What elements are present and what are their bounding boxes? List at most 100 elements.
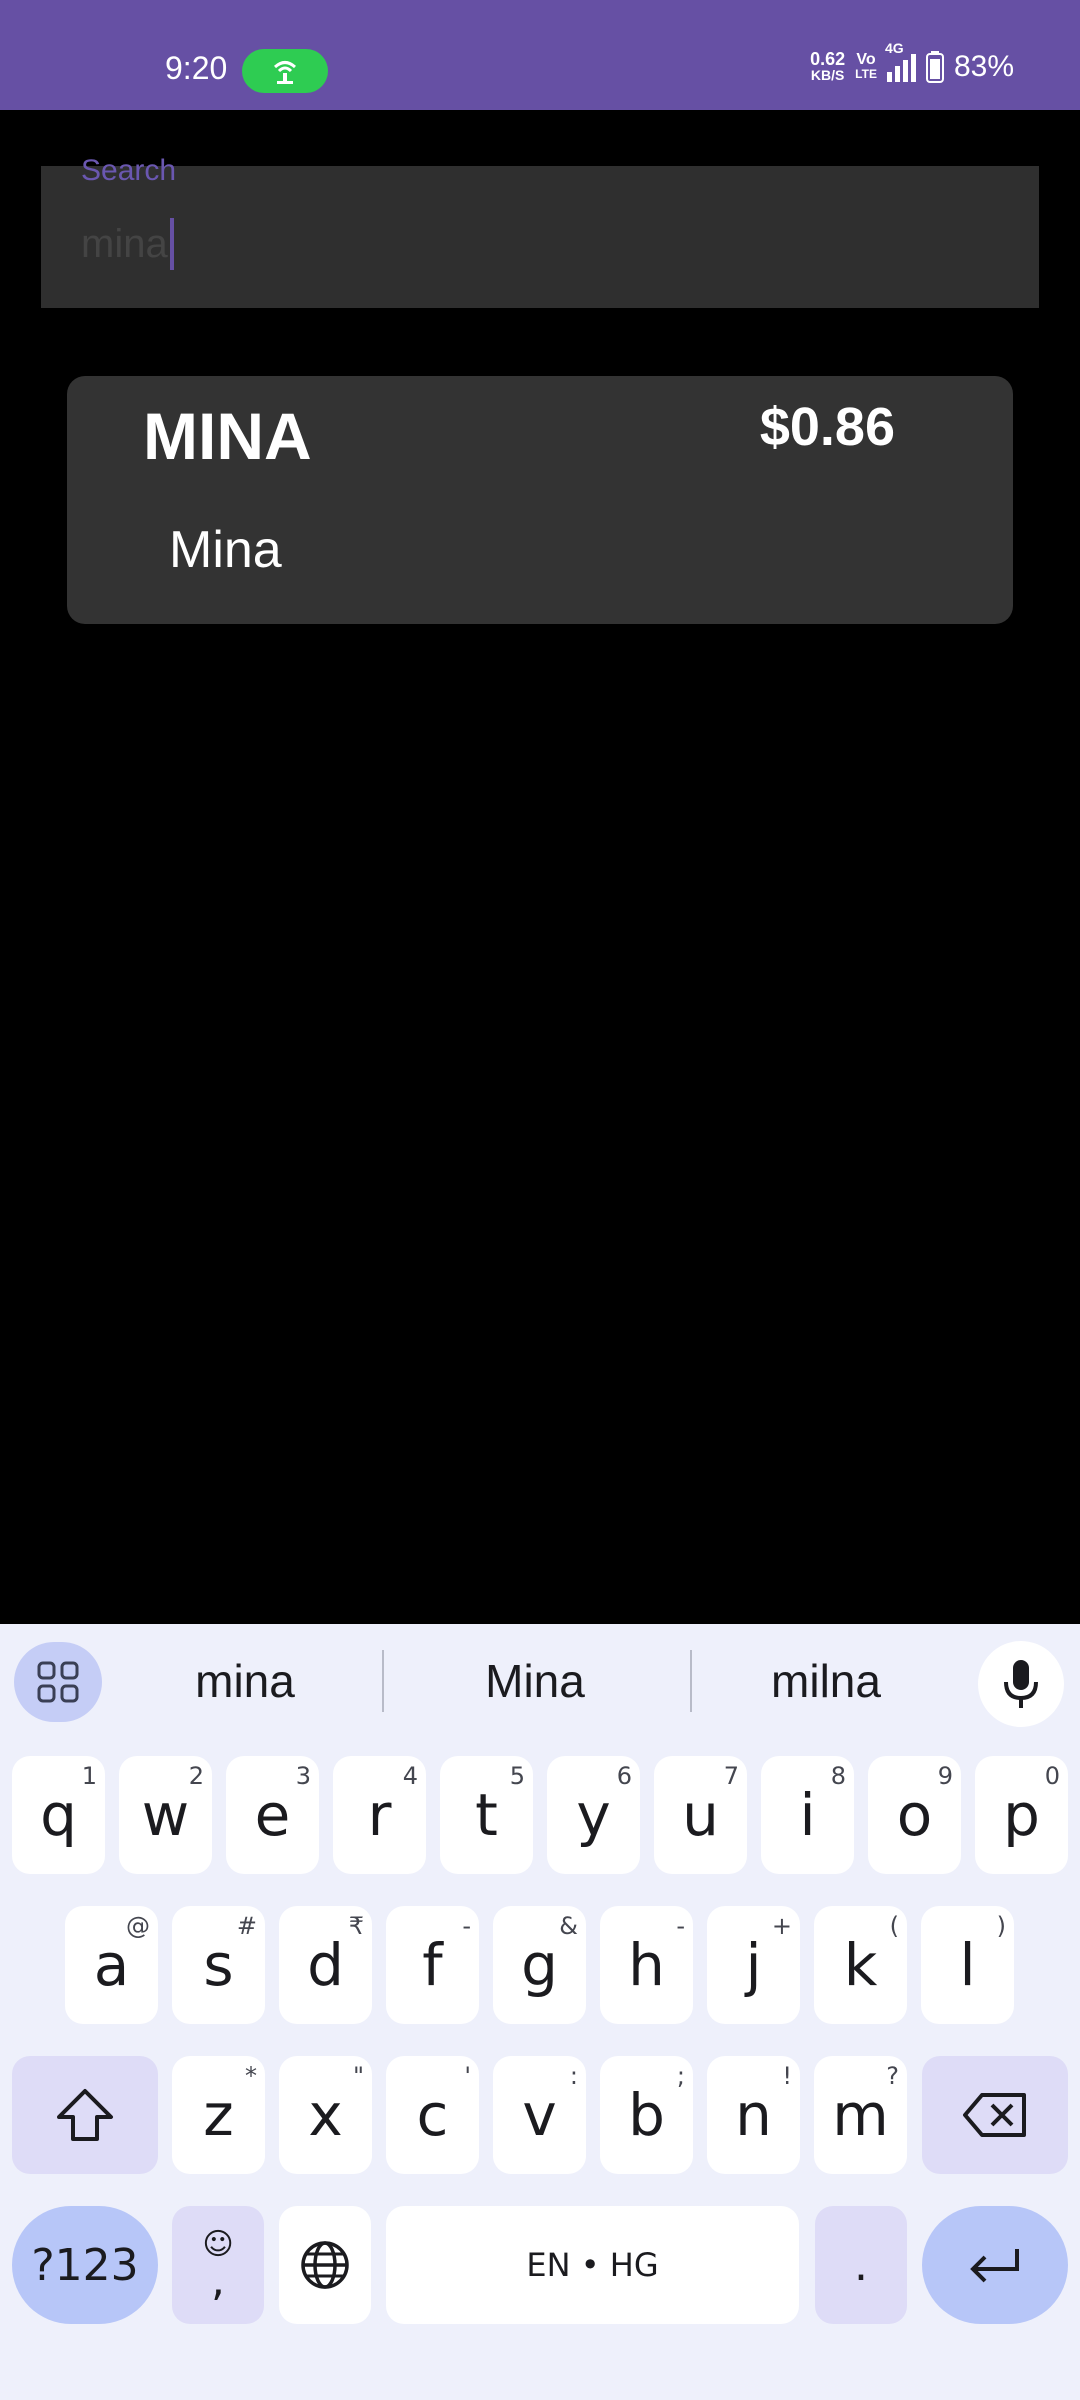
key-z[interactable]: * z	[172, 2056, 265, 2174]
coin-name: Mina	[169, 521, 282, 579]
status-icons: 0.62 KB/S Vo LTE 4G 83%	[810, 40, 1014, 84]
suggestion-strip: mina Mina milna	[0, 1624, 1080, 1740]
key-hint: "	[352, 2062, 364, 2090]
search-value-text: mina	[81, 221, 168, 266]
key-label: d	[307, 1931, 344, 1999]
key-label: e	[254, 1781, 291, 1849]
key-label: x	[308, 2081, 343, 2149]
backspace-key[interactable]	[922, 2056, 1068, 2174]
key-label: r	[367, 1781, 392, 1849]
key-s[interactable]: # s	[172, 1906, 265, 2024]
search-label: Search	[81, 154, 177, 187]
key-u[interactable]: 7u	[654, 1756, 747, 1874]
key-hint: 7	[723, 1762, 739, 1790]
key-label: y	[576, 1781, 611, 1849]
key-hint: -	[462, 1912, 471, 1940]
enter-key[interactable]	[922, 2206, 1068, 2324]
key-i[interactable]: 8i	[761, 1756, 854, 1874]
key-label: k	[843, 1931, 878, 1999]
key-label: i	[799, 1781, 816, 1849]
key-t[interactable]: 5t	[440, 1756, 533, 1874]
key-label: p	[1003, 1781, 1040, 1849]
key-hint: &	[559, 1912, 578, 1940]
key-c[interactable]: ' c	[386, 2056, 479, 2174]
hotspot-icon	[273, 61, 297, 84]
suggestion-divider	[382, 1650, 384, 1712]
emoji-comma-key[interactable]: ☺ ,	[172, 2206, 264, 2324]
key-e[interactable]: 3e	[226, 1756, 319, 1874]
key-hint: ₹	[348, 1912, 364, 1940]
key-y[interactable]: 6y	[547, 1756, 640, 1874]
key-label: c	[416, 2081, 449, 2149]
key-label: a	[93, 1931, 130, 1999]
suggestion-3[interactable]: milna	[696, 1654, 956, 1708]
key-a[interactable]: @ a	[65, 1906, 158, 2024]
key-hint: )	[996, 1912, 1006, 1940]
battery-level: 83%	[953, 50, 1014, 83]
key-hint: 5	[509, 1762, 525, 1790]
key-hint: '	[464, 2062, 471, 2090]
key-q[interactable]: 1q	[12, 1756, 105, 1874]
key-x[interactable]: " x	[279, 2056, 372, 2174]
suggestion-2[interactable]: Mina	[405, 1654, 665, 1708]
key-label: b	[628, 2081, 665, 2149]
hotspot-indicator[interactable]	[242, 49, 328, 93]
key-label: w	[141, 1781, 190, 1849]
suggestion-divider	[690, 1650, 692, 1712]
key-label: f	[422, 1931, 443, 1999]
key-w[interactable]: 2w	[119, 1756, 212, 1874]
key-label: v	[522, 2081, 557, 2149]
enter-icon	[970, 2249, 1019, 2283]
key-label: q	[40, 1781, 77, 1849]
search-field[interactable]: Search mina	[41, 154, 1039, 308]
language-key[interactable]	[279, 2206, 371, 2324]
key-label: g	[521, 1931, 558, 1999]
key-k[interactable]: (k	[814, 1906, 907, 2024]
coin-symbol: MINA	[143, 399, 312, 473]
key-hint: 0	[1044, 1762, 1060, 1790]
key-j[interactable]: + j	[707, 1906, 800, 2024]
key-label: s	[203, 1931, 234, 1999]
status-bar: 9:20 0.62 KB/S Vo LTE 4G 83%	[0, 0, 1080, 110]
key-hint: 1	[81, 1762, 97, 1790]
key-hint: +	[771, 1912, 792, 1940]
key-label: o	[896, 1781, 933, 1849]
key-hint: 9	[937, 1762, 953, 1790]
search-input[interactable]: mina	[81, 218, 174, 270]
key-p[interactable]: 0p	[975, 1756, 1068, 1874]
key-hint: 6	[616, 1762, 632, 1790]
key-b[interactable]: ; b	[600, 2056, 693, 2174]
battery-icon	[925, 51, 944, 83]
status-time: 9:20	[165, 50, 228, 86]
voice-input-button[interactable]	[978, 1641, 1064, 1727]
globe-icon	[301, 2241, 349, 2289]
keyboard-apps-button[interactable]	[14, 1642, 102, 1722]
key-f[interactable]: -f	[386, 1906, 479, 2024]
signal-icon: 4G	[885, 40, 916, 82]
key-label: t	[475, 1781, 498, 1849]
key-label: m	[832, 2081, 889, 2149]
key-label: u	[682, 1781, 719, 1849]
key-m[interactable]: ? m	[814, 2056, 907, 2174]
key-o[interactable]: 9o	[868, 1756, 961, 1874]
key-l[interactable]: ) l	[921, 1906, 1014, 2024]
space-key[interactable]: EN • HG	[386, 2206, 799, 2324]
key-hint: :	[569, 2062, 578, 2090]
key-hint: *	[245, 2062, 257, 2090]
key-g[interactable]: & g	[493, 1906, 586, 2024]
key-v[interactable]: :v	[493, 2056, 586, 2174]
period-key[interactable]: .	[815, 2206, 907, 2324]
key-hint: @	[126, 1912, 150, 1940]
key-r[interactable]: 4r	[333, 1756, 426, 1874]
symbols-key[interactable]: ?123	[12, 2206, 158, 2324]
key-hint: 3	[295, 1762, 311, 1790]
shift-icon	[57, 2089, 113, 2141]
key-d[interactable]: ₹ d	[279, 1906, 372, 2024]
suggestion-1[interactable]: mina	[115, 1654, 375, 1708]
key-h[interactable]: -h	[600, 1906, 693, 2024]
volte-indicator: Vo LTE	[855, 51, 877, 82]
key-n[interactable]: ! n	[707, 2056, 800, 2174]
shift-key[interactable]	[12, 2056, 158, 2174]
microphone-icon	[1004, 1660, 1038, 1708]
coin-result-card[interactable]: MINA $0.86 Mina	[67, 376, 1013, 624]
